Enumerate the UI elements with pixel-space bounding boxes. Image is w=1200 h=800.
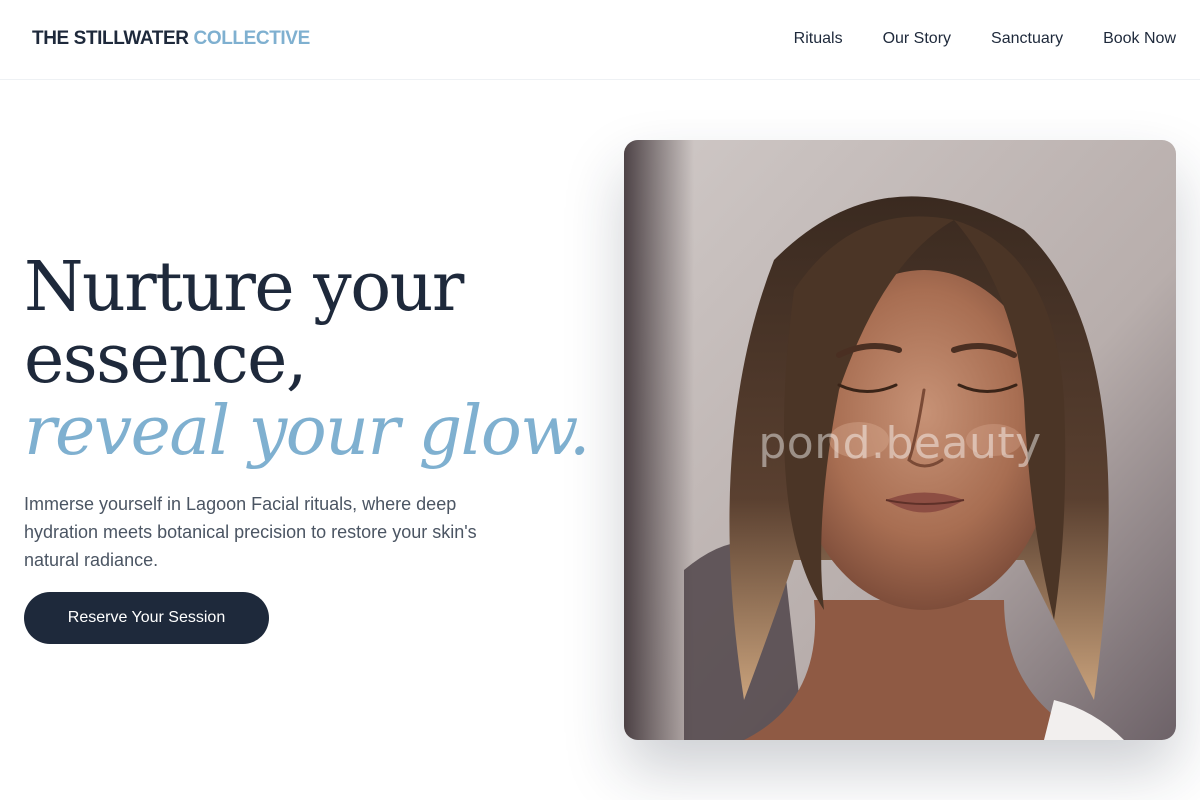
nav-item-rituals[interactable]: Rituals <box>794 30 843 48</box>
brand-name-main: THE STILLWATER <box>32 28 189 49</box>
nav-item-sanctuary[interactable]: Sanctuary <box>991 30 1063 48</box>
photo-watermark: pond.beauty <box>758 418 1042 469</box>
brand-logo[interactable]: THE STILLWATER COLLECTIVE <box>32 28 310 50</box>
hero-title-accent-line: reveal your glow. <box>24 392 591 471</box>
hero-title: Nurture your essence, reveal your glow. <box>24 248 591 471</box>
hero-photo: pond.beauty <box>624 140 1176 740</box>
main-nav: Rituals Our Story Sanctuary Book Now <box>794 30 1176 48</box>
hero-description: Immerse yourself in Lagoon Facial ritual… <box>24 494 477 570</box>
hero-title-line-1: Nurture your <box>24 248 464 327</box>
brand-name-accent: COLLECTIVE <box>193 28 311 49</box>
nav-item-book-now[interactable]: Book Now <box>1103 30 1176 48</box>
reserve-session-button[interactable]: Reserve Your Session <box>24 592 269 644</box>
site-header: THE STILLWATER COLLECTIVE Rituals Our St… <box>0 0 1200 80</box>
hero-title-line-2: essence, <box>24 320 308 399</box>
nav-item-our-story[interactable]: Our Story <box>883 30 951 48</box>
